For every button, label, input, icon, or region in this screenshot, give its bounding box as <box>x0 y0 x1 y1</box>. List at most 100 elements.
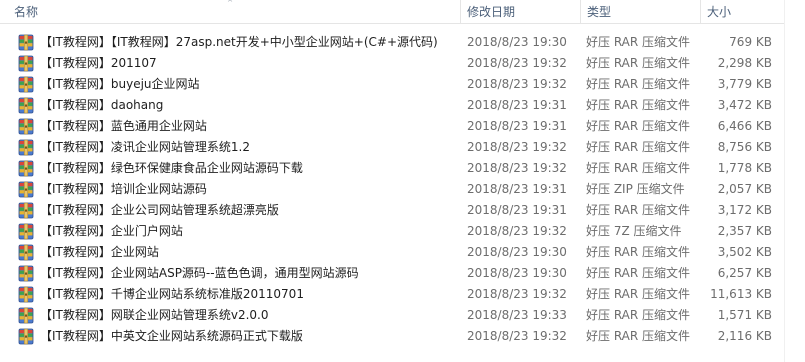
file-row[interactable]: 【IT教程网】培训企业网站源码 2018/8/23 19:31 好压 ZIP 压缩文… <box>0 179 780 200</box>
file-size: 6,466 KB <box>717 119 772 133</box>
file-row[interactable]: 【IT教程网】企业门户网站 2018/8/23 19:32 好压 7Z 压缩文件 2,… <box>0 221 780 242</box>
file-row[interactable]: 【IT教程网】千博企业网站系统标准版20110701 2018/8/23 19:3… <box>0 284 780 305</box>
file-modified-date: 2018/8/23 19:30 <box>467 245 567 259</box>
file-modified-date: 2018/8/23 19:31 <box>467 119 567 133</box>
file-modified-date: 2018/8/23 19:32 <box>467 287 567 301</box>
file-name: 【IT教程网】网联企业网站管理系统v2.0.0 <box>40 308 269 322</box>
file-modified-date: 2018/8/23 19:32 <box>467 161 567 175</box>
rar-archive-icon <box>18 181 34 198</box>
rar-archive-icon <box>18 307 34 324</box>
rar-archive-icon <box>18 328 34 345</box>
column-header-size-label: 大小 <box>707 5 732 19</box>
file-size: 1,778 KB <box>717 161 772 175</box>
file-row[interactable]: 【IT教程网】企业网站 2018/8/23 19:30 好压 RAR 压缩文件 3,5… <box>0 242 780 263</box>
file-list: 【IT教程网】【IT教程网】27asp.net开发+中小型企业网站+(C#+源代… <box>0 32 780 347</box>
file-row[interactable]: 【IT教程网】201107 2018/8/23 19:32 好压 RAR 压缩文件 2… <box>0 53 780 74</box>
file-modified-date: 2018/8/23 19:32 <box>467 56 567 70</box>
rar-archive-icon <box>18 97 34 114</box>
rar-archive-icon <box>18 244 34 261</box>
file-type: 好压 RAR 压缩文件 <box>586 140 691 154</box>
file-row[interactable]: 【IT教程网】网联企业网站管理系统v2.0.0 2018/8/23 19:33 好压… <box>0 305 780 326</box>
file-row[interactable]: 【IT教程网】【IT教程网】27asp.net开发+中小型企业网站+(C#+源代… <box>0 32 780 53</box>
file-modified-date: 2018/8/23 19:32 <box>467 329 567 343</box>
rar-archive-icon <box>18 160 34 177</box>
file-row[interactable]: 【IT教程网】daohang 2018/8/23 19:31 好压 RAR 压缩文件… <box>0 95 780 116</box>
file-name: 【IT教程网】daohang <box>40 98 164 112</box>
file-name: 【IT教程网】凌讯企业网站管理系统1.2 <box>40 140 250 154</box>
file-size: 2,298 KB <box>717 56 772 70</box>
file-size: 8,756 KB <box>717 140 772 154</box>
file-row[interactable]: 【IT教程网】凌讯企业网站管理系统1.2 2018/8/23 19:32 好压 RA… <box>0 137 780 158</box>
file-name: 【IT教程网】培训企业网站源码 <box>40 182 207 196</box>
file-size: 3,172 KB <box>717 203 772 217</box>
sort-ascending-icon: ^ <box>227 0 233 7</box>
file-type: 好压 RAR 压缩文件 <box>586 56 691 70</box>
rar-archive-icon <box>18 286 34 303</box>
file-row[interactable]: 【IT教程网】蓝色通用企业网站 2018/8/23 19:31 好压 RAR 压缩文… <box>0 116 780 137</box>
file-name: 【IT教程网】绿色环保健康食品企业网站源码下载 <box>40 161 303 175</box>
file-modified-date: 2018/8/23 19:32 <box>467 224 567 238</box>
file-name: 【IT教程网】201107 <box>40 56 157 70</box>
file-type: 好压 7Z 压缩文件 <box>586 224 682 238</box>
file-modified-date: 2018/8/23 19:30 <box>467 266 567 280</box>
file-size: 6,257 KB <box>717 266 772 280</box>
rar-archive-icon <box>18 118 34 135</box>
file-type: 好压 RAR 压缩文件 <box>586 77 691 91</box>
column-header-name[interactable]: ^ 名称 <box>0 0 461 23</box>
file-modified-date: 2018/8/23 19:32 <box>467 77 567 91</box>
rar-archive-icon <box>18 265 34 282</box>
rar-archive-icon <box>18 76 34 93</box>
file-modified-date: 2018/8/23 19:31 <box>467 98 567 112</box>
file-modified-date: 2018/8/23 19:31 <box>467 182 567 196</box>
file-name: 【IT教程网】企业网站ASP源码--蓝色色调，通用型网站源码 <box>40 266 359 280</box>
column-header-size[interactable]: 大小 <box>701 0 781 23</box>
file-type: 好压 RAR 压缩文件 <box>586 161 691 175</box>
file-explorer-details-view: ^ 名称 修改日期 类型 大小 【IT教程网】【IT教程网】27asp.net开… <box>0 0 805 362</box>
file-type: 好压 RAR 压缩文件 <box>586 329 691 343</box>
file-row[interactable]: 【IT教程网】绿色环保健康食品企业网站源码下载 2018/8/23 19:32 好压… <box>0 158 780 179</box>
rar-archive-icon <box>18 55 34 72</box>
vertical-scrollbar[interactable] <box>784 0 805 362</box>
file-name: 【IT教程网】企业公司网站管理系统超漂亮版 <box>40 203 279 217</box>
rar-archive-icon <box>18 202 34 219</box>
file-name: 【IT教程网】【IT教程网】27asp.net开发+中小型企业网站+(C#+源代… <box>40 35 438 49</box>
file-name: 【IT教程网】中英文企业网站系统源码正式下载版 <box>40 329 303 343</box>
file-name: 【IT教程网】蓝色通用企业网站 <box>40 119 207 133</box>
file-row[interactable]: 【IT教程网】企业公司网站管理系统超漂亮版 2018/8/23 19:31 好压 R… <box>0 200 780 221</box>
file-size: 1,571 KB <box>717 308 772 322</box>
file-type: 好压 RAR 压缩文件 <box>586 245 691 259</box>
file-type: 好压 RAR 压缩文件 <box>586 203 691 217</box>
column-header-date[interactable]: 修改日期 <box>461 0 581 23</box>
file-size: 3,779 KB <box>717 77 772 91</box>
column-header-date-label: 修改日期 <box>467 5 516 19</box>
file-name: 【IT教程网】千博企业网站系统标准版20110701 <box>40 287 304 301</box>
file-row[interactable]: 【IT教程网】buyeju企业网站 2018/8/23 19:32 好压 RAR 压… <box>0 74 780 95</box>
file-modified-date: 2018/8/23 19:33 <box>467 308 567 322</box>
file-type: 好压 ZIP 压缩文件 <box>586 182 685 196</box>
file-size: 3,472 KB <box>717 98 772 112</box>
file-name: 【IT教程网】企业门户网站 <box>40 224 183 238</box>
file-size: 2,116 KB <box>717 329 772 343</box>
file-row[interactable]: 【IT教程网】企业网站ASP源码--蓝色色调，通用型网站源码 2018/8/23 … <box>0 263 780 284</box>
file-modified-date: 2018/8/23 19:32 <box>467 140 567 154</box>
file-row[interactable]: 【IT教程网】中英文企业网站系统源码正式下载版 2018/8/23 19:32 好压… <box>0 326 780 347</box>
file-name: 【IT教程网】企业网站 <box>40 245 159 259</box>
file-modified-date: 2018/8/23 19:31 <box>467 203 567 217</box>
file-size: 769 KB <box>729 35 772 49</box>
file-type: 好压 RAR 压缩文件 <box>586 308 691 322</box>
column-header-type[interactable]: 类型 <box>581 0 701 23</box>
file-type: 好压 RAR 压缩文件 <box>586 266 691 280</box>
file-type: 好压 RAR 压缩文件 <box>586 98 691 112</box>
rar-archive-icon <box>18 34 34 51</box>
file-type: 好压 RAR 压缩文件 <box>586 119 691 133</box>
file-size: 2,057 KB <box>717 182 772 196</box>
file-type: 好压 RAR 压缩文件 <box>586 287 691 301</box>
file-size: 11,613 KB <box>710 287 772 301</box>
column-header-type-label: 类型 <box>587 5 612 19</box>
file-type: 好压 RAR 压缩文件 <box>586 35 691 49</box>
file-modified-date: 2018/8/23 19:30 <box>467 35 567 49</box>
rar-archive-icon <box>18 223 34 240</box>
rar-archive-icon <box>18 139 34 156</box>
file-size: 2,357 KB <box>717 224 772 238</box>
file-name: 【IT教程网】buyeju企业网站 <box>40 77 200 91</box>
